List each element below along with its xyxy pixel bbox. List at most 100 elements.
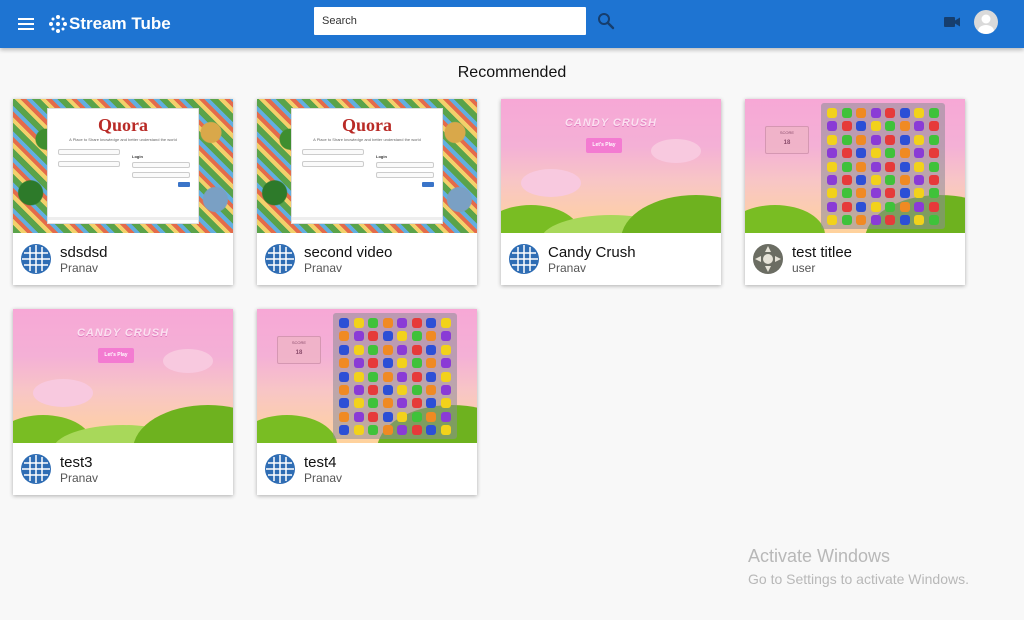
candy-gem [856,201,866,212]
brand-name: Stream Tube [69,14,171,33]
candy-gem [856,188,866,199]
candy-gem [426,398,436,409]
candy-play: Let's Play [586,138,622,153]
account-circle-icon[interactable] [974,10,998,34]
candy-gem [914,215,924,226]
candy-gem [411,318,422,328]
channel-avatar[interactable] [20,243,52,275]
quora-logo: Quora [341,115,392,135]
candy-gem [914,175,924,185]
candy-score: SCORE 18 [765,126,809,154]
candy-gem [411,344,422,355]
video-thumbnail[interactable]: SCORE 18 [257,309,477,443]
candy-gem [885,188,895,199]
candy-gem [928,108,939,118]
candy-gem [885,175,895,185]
video-card[interactable]: Quora A Place to Share knowledge and bet… [257,99,477,285]
candy-title: CANDY CRUSH [76,327,170,339]
video-author[interactable]: Pranav [304,471,342,485]
candy-gem [856,121,866,132]
search-icon[interactable] [596,11,616,31]
video-thumbnail[interactable]: SCORE 18 [745,99,965,233]
candy-gem [856,175,866,185]
candy-gem [885,134,895,145]
candy-gem [353,358,364,369]
video-author[interactable]: Pranav [60,261,98,275]
candy-gem [914,148,924,159]
candy-gem [827,108,837,118]
candy-gem [928,201,939,212]
candy-title: CANDY CRUSH [564,117,658,129]
candy-gem [856,108,866,118]
candy-gem [368,344,378,355]
channel-avatar[interactable] [752,243,784,275]
video-card[interactable]: CANDY CRUSH Let's Play Candy Crush Prana… [501,99,721,285]
candy-gem [827,215,837,226]
video-title[interactable]: sdsdsd [60,244,108,261]
candy-gem [914,201,924,212]
candy-gem [382,344,393,355]
video-thumbnail[interactable]: Quora A Place to Share knowledge and bet… [257,99,477,233]
candy-gem [928,121,939,132]
channel-avatar[interactable] [20,453,52,485]
candy-gem [870,215,881,226]
candy-board [333,313,457,439]
candy-gem [440,358,451,369]
brand-logo[interactable]: Stream Tube [48,12,171,36]
candy-gem [856,215,866,226]
video-card[interactable]: SCORE 18 test4 Pranav [257,309,477,495]
candy-gem [368,318,378,328]
candy-gem [885,201,895,212]
candy-gem [856,161,866,172]
search-input[interactable] [314,7,586,35]
candy-gem [426,318,436,328]
candy-gem [899,161,910,172]
video-title[interactable]: test4 [304,454,337,471]
candy-gem [339,318,349,328]
channel-avatar[interactable] [264,453,296,485]
candy-gem [426,358,436,369]
candy-gem [870,108,881,118]
candy-gem [426,411,436,422]
video-author[interactable]: Pranav [548,261,586,275]
candy-gem [841,215,852,226]
candy-gem [870,134,881,145]
candy-gem [827,188,837,199]
video-title[interactable]: test3 [60,454,93,471]
video-thumbnail[interactable]: Quora A Place to Share knowledge and bet… [13,99,233,233]
candy-gem [885,215,895,226]
candy-gem [899,148,910,159]
quora-logo: Quora [97,115,148,135]
candy-gem [928,148,939,159]
menu-icon[interactable] [16,14,36,34]
video-title[interactable]: test titlee [792,244,852,261]
candy-gem [339,344,349,355]
candy-gem [440,425,451,436]
video-title[interactable]: second video [304,244,392,261]
video-card[interactable]: CANDY CRUSH Let's Play test3 Pranav [13,309,233,495]
candy-gem [426,425,436,436]
video-author[interactable]: Pranav [60,471,98,485]
candy-gem [870,148,881,159]
candy-gem [339,411,349,422]
video-thumbnail[interactable]: CANDY CRUSH Let's Play [501,99,721,233]
quora-login: Login [376,154,387,159]
channel-avatar[interactable] [264,243,296,275]
video-camera-icon[interactable] [942,12,962,32]
candy-gem [382,425,393,436]
video-card[interactable]: SCORE 18 test titlee user [745,99,965,285]
candy-gem [841,188,852,199]
channel-avatar[interactable] [508,243,540,275]
candy-gem [440,344,451,355]
video-author[interactable]: user [792,261,815,275]
candy-gem [397,358,407,369]
candy-gem [856,148,866,159]
video-card[interactable]: Quora A Place to Share knowledge and bet… [13,99,233,285]
video-author[interactable]: Pranav [304,261,342,275]
candy-gem [426,331,436,342]
video-thumbnail[interactable]: CANDY CRUSH Let's Play [13,309,233,443]
candy-gem [382,371,393,382]
candy-gem [368,385,378,395]
candy-gem [411,425,422,436]
video-title[interactable]: Candy Crush [548,244,636,261]
